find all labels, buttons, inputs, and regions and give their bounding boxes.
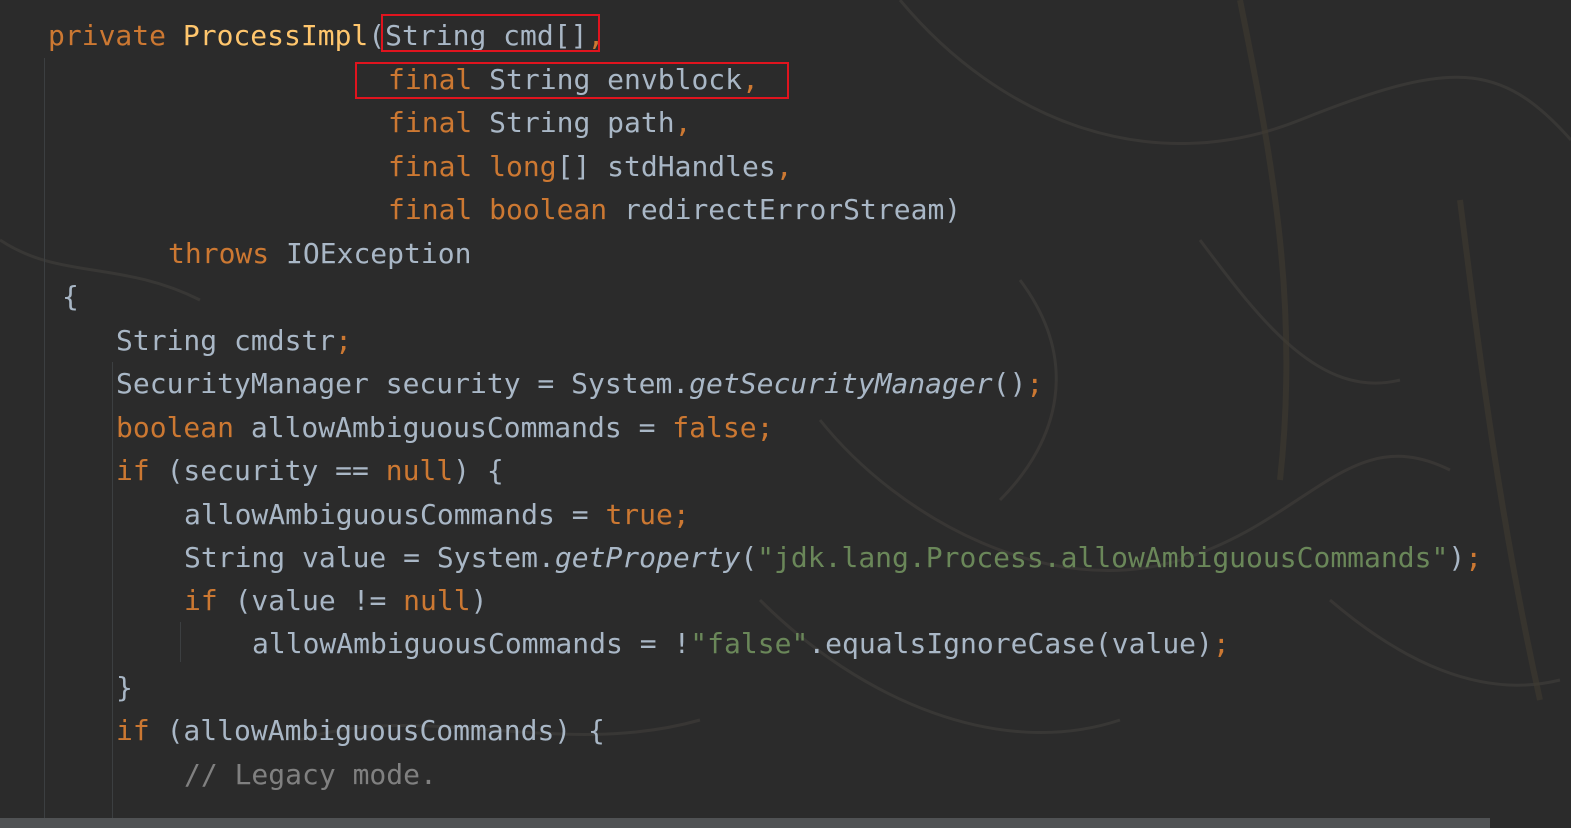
code-line[interactable]: final boolean redirectErrorStream) — [388, 192, 961, 228]
code-token: "false" — [690, 627, 809, 660]
code-token: getSecurityManager — [689, 367, 993, 400]
code-token: final — [388, 150, 490, 183]
highlight-box-cmd — [381, 14, 600, 52]
code-token: allowAmbiguousCommands = — [184, 498, 606, 531]
code-line[interactable]: // Legacy mode. — [184, 757, 437, 793]
code-line[interactable]: allowAmbiguousCommands = true; — [184, 497, 690, 533]
code-token: boolean — [489, 193, 625, 226]
code-token: ) — [1448, 541, 1466, 574]
code-token: if — [184, 584, 235, 617]
code-line[interactable]: String value = System.getProperty("jdk.l… — [184, 540, 1482, 576]
code-token: (value != — [234, 584, 404, 617]
code-token: redirectErrorStream) — [624, 193, 962, 226]
code-token: ProcessImpl — [182, 19, 369, 52]
code-token: ) { — [453, 454, 504, 487]
code-token: if — [116, 714, 167, 747]
code-line[interactable]: final long[] stdHandles, — [388, 149, 793, 185]
code-token: allowAmbiguousCommands = — [250, 411, 673, 444]
code-token: getProperty — [554, 541, 741, 574]
code-token: [] stdHandles — [556, 150, 776, 183]
code-token: String cmdstr — [116, 324, 336, 357]
code-token: SecurityManager security = System. — [116, 367, 690, 400]
code-token: null — [385, 454, 454, 487]
code-token: ; — [1026, 367, 1044, 400]
code-line[interactable]: throws IOException — [168, 236, 471, 272]
code-token: , — [775, 150, 793, 183]
code-token: throws — [168, 237, 287, 270]
code-token: (security == — [166, 454, 386, 487]
code-token: } — [116, 671, 133, 704]
code-token: String path — [489, 106, 675, 139]
code-area[interactable]: private ProcessImpl(String cmd[], final S… — [0, 0, 1571, 828]
code-token: () — [992, 367, 1027, 400]
code-token: { — [62, 280, 79, 313]
code-token: .equalsIgnoreCase(value) — [808, 627, 1213, 660]
highlight-box-envblock — [355, 62, 789, 99]
code-token: ( — [740, 541, 758, 574]
horizontal-scrollbar[interactable] — [0, 818, 1490, 828]
code-token: // Legacy mode. — [184, 758, 437, 791]
code-token: "jdk.lang.Process.allowAmbiguousCommands… — [757, 541, 1449, 574]
code-token: ) — [470, 584, 488, 617]
code-token: , — [674, 106, 692, 139]
code-token: ; — [1465, 541, 1483, 574]
code-line[interactable]: boolean allowAmbiguousCommands = false; — [116, 410, 773, 446]
code-token: boolean — [116, 411, 251, 444]
code-token: final — [388, 106, 490, 139]
code-line[interactable]: SecurityManager security = System.getSec… — [116, 366, 1043, 402]
code-line[interactable]: if (security == null) { — [116, 453, 504, 489]
code-editor[interactable]: private ProcessImpl(String cmd[], final S… — [0, 0, 1571, 828]
code-line[interactable]: String cmdstr; — [116, 323, 352, 359]
code-line[interactable]: { — [62, 279, 79, 315]
code-token: allowAmbiguousCommands = ! — [252, 627, 691, 660]
code-token: long — [489, 150, 557, 183]
code-line[interactable]: final String path, — [388, 105, 691, 141]
code-line[interactable]: if (value != null) — [184, 583, 487, 619]
code-token: IOException — [286, 237, 472, 270]
code-token: null — [403, 584, 471, 617]
code-line[interactable]: allowAmbiguousCommands = !"false".equals… — [252, 626, 1230, 662]
code-token: if — [116, 454, 167, 487]
code-line[interactable]: } — [116, 670, 133, 706]
code-token: (allowAmbiguousCommands) { — [166, 714, 605, 747]
code-token: String value = System. — [184, 541, 555, 574]
code-line[interactable]: if (allowAmbiguousCommands) { — [116, 713, 605, 749]
code-token: private — [48, 19, 183, 52]
code-token: final — [388, 193, 490, 226]
code-token: ; — [335, 324, 353, 357]
code-token: ; — [1212, 627, 1230, 660]
code-token: true; — [605, 498, 690, 531]
code-token: false; — [672, 411, 774, 444]
